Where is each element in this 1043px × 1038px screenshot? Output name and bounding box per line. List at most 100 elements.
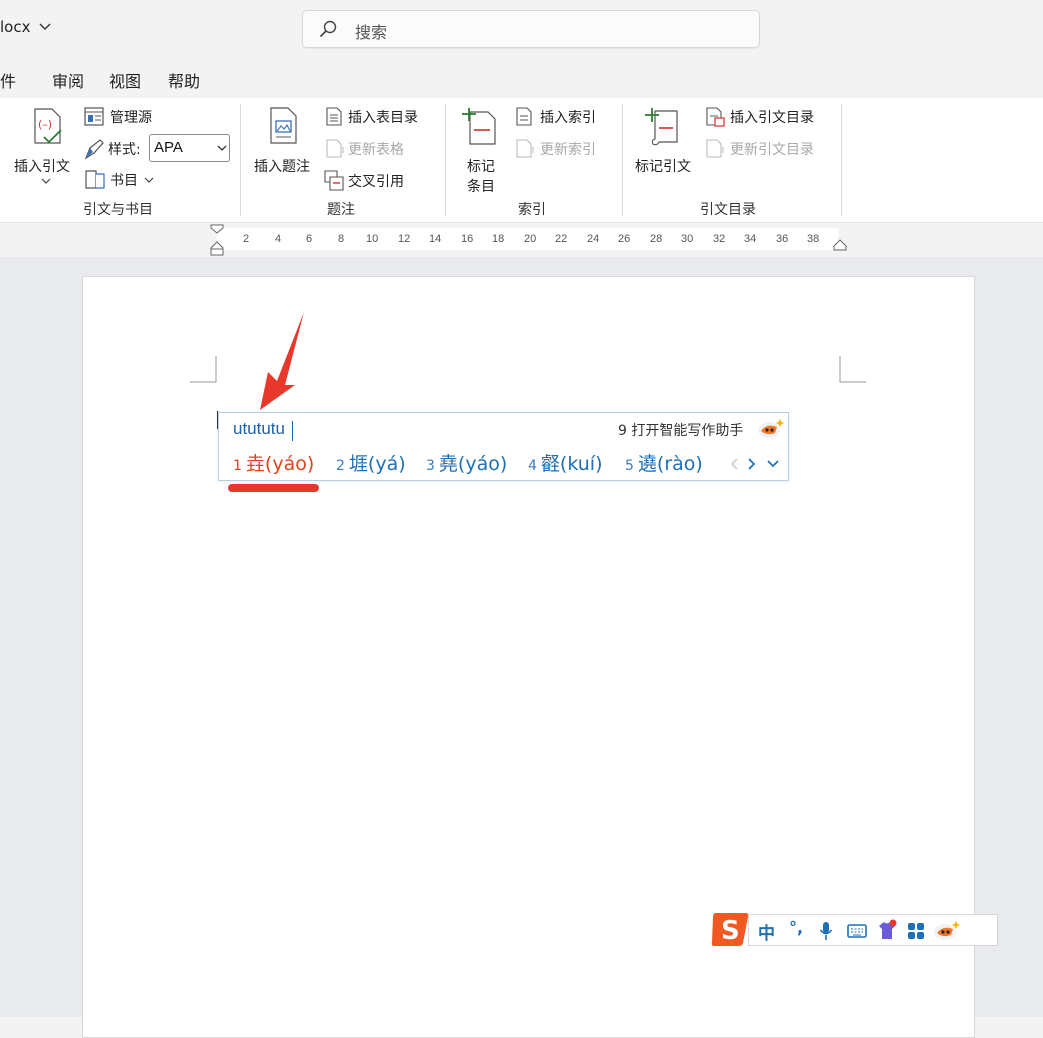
assistant-mascot-icon bbox=[758, 419, 785, 438]
update-index-label: 更新索引 bbox=[540, 142, 596, 158]
chevron-down-icon bbox=[217, 145, 227, 151]
search-icon bbox=[319, 20, 337, 38]
sogou-logo-letter: S bbox=[721, 916, 740, 946]
ruler-tick: 12 bbox=[398, 233, 411, 245]
tab-help[interactable]: 帮助 bbox=[168, 68, 200, 92]
expand-candidates-icon[interactable] bbox=[766, 459, 780, 469]
insert-caption-label: 插入题注 bbox=[254, 159, 310, 175]
ruler-tick: 26 bbox=[618, 233, 631, 245]
insert-toa-button[interactable]: 插入引文目录 bbox=[704, 106, 826, 128]
update-toa-icon bbox=[706, 139, 724, 158]
insert-table-of-figures-button[interactable]: 插入表目录 bbox=[324, 106, 429, 128]
table-of-figures-icon bbox=[326, 107, 342, 126]
update-table-icon bbox=[326, 139, 344, 158]
update-index-button: 更新索引 bbox=[514, 138, 606, 160]
ime-candidate[interactable]: 3 堯(yáo) bbox=[426, 449, 507, 476]
cross-reference-icon bbox=[324, 170, 344, 191]
mark-citation-icon bbox=[645, 108, 678, 146]
next-page-icon[interactable] bbox=[747, 457, 757, 471]
ruler-tick: 36 bbox=[776, 233, 789, 245]
insert-caption-icon bbox=[270, 107, 297, 144]
ruler-tick: 6 bbox=[306, 233, 313, 245]
candidate-text: 堯(yáo) bbox=[438, 453, 508, 475]
insert-toa-label: 插入引文目录 bbox=[730, 110, 814, 126]
ime-candidate[interactable]: 2 堐(yá) bbox=[336, 449, 406, 476]
mark-entry-icon bbox=[462, 108, 496, 145]
ruler-tick: 14 bbox=[429, 233, 442, 245]
ime-candidate[interactable]: 1 垚(yáo) bbox=[233, 449, 314, 476]
group-label-toa: 引文目录 bbox=[700, 202, 756, 218]
candidate-number: 3 bbox=[426, 458, 435, 474]
ruler-tick: 4 bbox=[275, 233, 282, 245]
assistant-mascot-icon[interactable] bbox=[933, 919, 961, 941]
cross-reference-button[interactable]: 交叉引用 bbox=[324, 170, 414, 192]
tab-review[interactable]: 审阅 bbox=[52, 68, 84, 92]
manage-sources-label: 管理源 bbox=[110, 110, 152, 126]
group-label-citations: 引文与书目 bbox=[83, 202, 153, 218]
ruler-tick: 30 bbox=[681, 233, 694, 245]
microphone-icon[interactable] bbox=[819, 921, 833, 941]
bibliography-button[interactable]: 书目 bbox=[84, 168, 158, 190]
ruler-tick: 22 bbox=[555, 233, 568, 245]
horizontal-ruler[interactable]: 2 4 6 8 10 12 14 16 18 20 22 24 26 28 30… bbox=[217, 228, 838, 250]
document-title[interactable]: locx bbox=[0, 18, 51, 36]
mark-citation-label: 标记引文 bbox=[635, 159, 691, 175]
chevron-down-icon bbox=[144, 177, 154, 183]
sogou-logo[interactable]: S bbox=[710, 910, 750, 948]
insert-index-icon bbox=[516, 107, 532, 126]
ruler-tick: 8 bbox=[338, 233, 345, 245]
insert-table-of-figures-label: 插入表目录 bbox=[348, 110, 418, 126]
insert-index-button[interactable]: 插入索引 bbox=[514, 106, 606, 128]
manage-sources-button[interactable]: 管理源 bbox=[84, 106, 174, 128]
style-select-value: APA bbox=[154, 139, 183, 156]
candidate-number: 5 bbox=[625, 458, 634, 474]
ime-status-bar: 中 °, bbox=[748, 914, 998, 946]
title-bar: locx 搜索 bbox=[0, 0, 1043, 58]
right-indent-marker[interactable] bbox=[832, 238, 848, 252]
tab-mailings[interactable]: 邮件 bbox=[0, 68, 16, 92]
update-toa-label: 更新引文目录 bbox=[730, 142, 814, 158]
annotation-arrow bbox=[260, 312, 304, 410]
document-title-text: locx bbox=[0, 18, 31, 36]
margin-corner-mark bbox=[190, 356, 217, 383]
indent-marker[interactable] bbox=[209, 224, 225, 257]
ime-candidate[interactable]: 5 遶(rào) bbox=[625, 449, 703, 476]
candidate-text: 遶(rào) bbox=[637, 453, 703, 475]
punctuation-toggle[interactable]: °, bbox=[789, 918, 803, 937]
style-label: 样式: bbox=[108, 142, 141, 158]
ruler-tick: 34 bbox=[744, 233, 757, 245]
candidate-number: 4 bbox=[528, 458, 537, 474]
style-select[interactable]: APA bbox=[149, 134, 230, 162]
mark-entry-button[interactable]: 标记 条目 bbox=[458, 106, 506, 195]
insert-citation-button[interactable]: (–) 插入引文 bbox=[12, 106, 78, 186]
skin-icon[interactable] bbox=[876, 918, 898, 942]
svg-text:(–): (–) bbox=[38, 118, 52, 131]
search-box[interactable]: 搜索 bbox=[302, 10, 760, 48]
insert-toa-icon bbox=[706, 107, 725, 127]
candidate-text: 垚(yáo) bbox=[245, 453, 315, 475]
update-index-icon bbox=[516, 139, 534, 158]
update-toa-button: 更新引文目录 bbox=[704, 138, 826, 160]
mark-citation-button[interactable]: 标记引文 bbox=[633, 106, 697, 176]
ruler-tick: 20 bbox=[524, 233, 537, 245]
chevron-down-icon bbox=[41, 178, 51, 184]
tab-view[interactable]: 视图 bbox=[109, 68, 141, 92]
ruler-tick: 38 bbox=[807, 233, 820, 245]
prev-page-icon[interactable] bbox=[729, 457, 739, 471]
insert-caption-button[interactable]: 插入题注 bbox=[252, 106, 318, 176]
ime-writing-assistant[interactable]: 9 打开智能写作助手 bbox=[618, 420, 743, 440]
keyboard-icon[interactable] bbox=[847, 924, 867, 938]
ruler-tick: 2 bbox=[243, 233, 250, 245]
ruler-tick: 32 bbox=[713, 233, 726, 245]
ime-mode-toggle[interactable]: 中 bbox=[758, 919, 775, 944]
update-table-button: 更新表格 bbox=[324, 138, 414, 160]
ime-caret bbox=[292, 421, 293, 441]
insert-citation-label: 插入引文 bbox=[14, 159, 70, 175]
bibliography-label: 书目 bbox=[110, 173, 138, 189]
insert-index-label: 插入索引 bbox=[540, 110, 596, 126]
toolbox-icon[interactable] bbox=[907, 922, 925, 940]
mark-entry-label-1: 标记 bbox=[467, 159, 495, 175]
group-label-captions: 题注 bbox=[327, 202, 355, 218]
group-divider bbox=[841, 104, 842, 216]
ime-candidate[interactable]: 4 壡(kuí) bbox=[528, 449, 603, 476]
